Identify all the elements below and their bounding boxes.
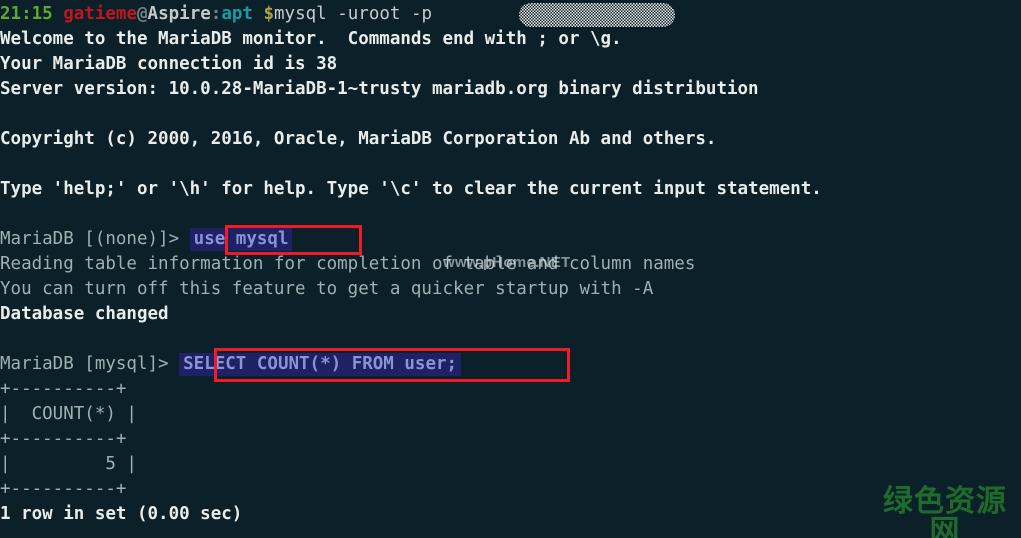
table-border-top: +----------+ bbox=[0, 379, 127, 399]
use-mysql-command[interactable]: use mysql bbox=[189, 228, 293, 251]
help-hint-line: Type 'help;' or '\h' for help. Type '\c'… bbox=[0, 179, 822, 199]
prompt-at: @ bbox=[137, 4, 148, 24]
table-value-row: | 5 | bbox=[0, 454, 137, 474]
row-in-set-line: 1 row in set (0.00 sec) bbox=[0, 504, 243, 524]
select-count-command[interactable]: SELECT COUNT(*) FROM user; bbox=[179, 353, 462, 376]
prompt-user: gatieme bbox=[63, 4, 137, 24]
server-version-line: Server version: 10.0.28-MariaDB-1~trusty… bbox=[0, 79, 759, 99]
shell-command: mysql -uroot -p bbox=[274, 4, 433, 24]
mariadb-prompt-none: MariaDB [(none)]> bbox=[0, 229, 190, 249]
select-command-line: MariaDB [mysql]> SELECT COUNT(*) FROM us… bbox=[0, 352, 462, 377]
prompt-colon: : bbox=[210, 4, 222, 24]
prompt-time: 21:15 bbox=[0, 4, 53, 24]
prompt-space-1 bbox=[53, 4, 64, 24]
center-watermark: www.pHome.NET bbox=[443, 254, 571, 271]
turn-off-hint-line: You can turn off this feature to get a q… bbox=[0, 279, 654, 299]
prompt-space-2 bbox=[253, 4, 264, 24]
terminal-window[interactable]: 21:15 gatieme@Aspire:apt $mysql -uroot -… bbox=[0, 0, 1021, 538]
use-command-line: MariaDB [(none)]> use mysql bbox=[0, 227, 293, 252]
shell-prompt-line: 21:15 gatieme@Aspire:apt $mysql -uroot -… bbox=[0, 2, 432, 27]
database-changed-line: Database changed bbox=[0, 304, 169, 324]
prompt-host: Aspire bbox=[147, 4, 211, 24]
mariadb-prompt-mysql: MariaDB [mysql]> bbox=[0, 354, 180, 374]
copyright-line: Copyright (c) 2000, 2016, Oracle, MariaD… bbox=[0, 129, 717, 149]
table-header-row: | COUNT(*) | bbox=[0, 404, 137, 424]
connection-id-line: Your MariaDB connection id is 38 bbox=[0, 54, 338, 74]
corner-watermark-title: 绿色资源网 bbox=[883, 484, 1007, 538]
table-border-mid: +----------+ bbox=[0, 429, 127, 449]
table-border-bottom: +----------+ bbox=[0, 479, 127, 499]
reading-table-line: Reading table information for completion… bbox=[0, 254, 696, 274]
prompt-dollar: $ bbox=[263, 4, 275, 24]
welcome-line: Welcome to the MariaDB monitor. Commands… bbox=[0, 29, 622, 49]
prompt-path: apt bbox=[221, 4, 253, 24]
corner-watermark: 绿色资源网 www.downcc.com bbox=[869, 487, 1021, 538]
password-redaction-mask bbox=[519, 3, 675, 27]
